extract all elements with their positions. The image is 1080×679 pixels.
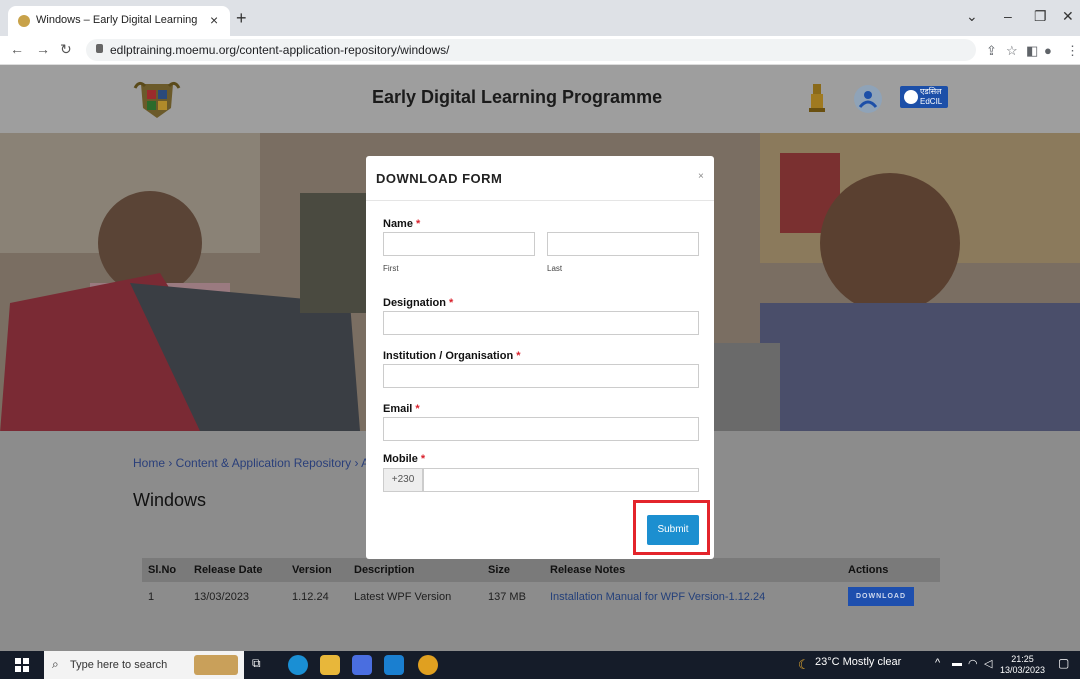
download-button[interactable]: DOWNLOAD [848,587,914,606]
taskbar-search-placeholder: Type here to search [70,659,168,671]
weather-moon-icon: ☾ [798,657,810,672]
system-clock[interactable]: 21:25 13/03/2023 [1000,654,1045,676]
cell-actions: DOWNLOAD [842,582,940,611]
close-window-button[interactable]: ✕ [1062,8,1074,25]
edge-browser-icon[interactable] [288,655,308,675]
email-label: Email * [383,403,420,415]
cell-release-date: 13/03/2023 [194,590,250,603]
edcil-text: एडसिल EdCIL [920,87,943,106]
browser-tab[interactable]: Windows – Early Digital Learning × [8,6,230,36]
email-input[interactable] [383,417,699,441]
site-favicon-icon [18,15,30,27]
clock-date: 13/03/2023 [1000,665,1046,675]
task-view-icon[interactable]: ⧉ [252,656,261,671]
cell-description: Latest WPF Version [354,590,452,603]
institution-label: Institution / Organisation * [383,350,521,362]
cell-version: 1.12.24 [292,590,329,603]
coat-of-arms-logo[interactable] [133,78,181,122]
search-highlight-image [194,655,238,675]
institution-input[interactable] [383,364,699,388]
volume-icon[interactable]: ◁ [984,657,992,670]
first-sublabel: First [383,264,399,273]
release-notes-link[interactable]: Installation Manual for WPF Version-1.12… [544,582,842,611]
battery-icon[interactable]: ▬ [952,658,962,669]
download-form-modal: DOWNLOAD FORM × Name * First Last Design… [366,156,714,559]
modal-divider [366,200,714,201]
name-label: Name * [383,218,421,230]
edcil-mark-icon [904,90,918,104]
notification-center-icon[interactable]: ▢ [1058,656,1069,670]
modal-title: DOWNLOAD FORM [376,171,503,186]
cell-size: 137 MB [488,590,526,603]
reload-icon[interactable]: ↻ [60,41,72,58]
mobile-input[interactable] [423,468,699,492]
profile-avatar-icon[interactable]: ● [1044,43,1052,58]
designation-input[interactable] [383,311,699,335]
new-tab-button[interactable]: + [236,8,247,29]
site-title: Early Digital Learning Programme [372,87,663,107]
releases-table: Sl.No Release Date Version Description S… [142,558,940,611]
side-panel-icon[interactable]: ◧ [1026,43,1038,59]
cell-sl-no: 1 [148,590,155,603]
last-name-input[interactable] [547,232,699,256]
tab-close-icon[interactable]: × [210,12,218,28]
forward-arrow-icon[interactable]: → [36,41,50,57]
table-header-row: Sl.No Release Date Version Description S… [142,558,940,582]
col-size: Size [482,558,544,582]
page-title: Windows [133,490,207,510]
col-description: Description [348,558,482,582]
taskbar-search-box[interactable]: ⌕ Type here to search [44,651,244,679]
minimize-button[interactable]: – [1004,8,1012,24]
file-explorer-icon[interactable] [320,655,340,675]
mobile-label: Mobile * [383,453,426,465]
table-row: 1 13/03/2023 1.12.24 Latest WPF Version … [142,582,940,611]
mail-icon[interactable] [384,655,404,675]
microsoft-store-icon[interactable] [352,655,372,675]
col-release-date: Release Date [188,558,286,582]
maximize-button[interactable]: ❐ [1034,8,1047,25]
tab-search-chevron-icon[interactable]: ⌄ [966,8,978,25]
first-name-input[interactable] [383,232,535,256]
windows-start-icon[interactable] [15,658,29,672]
national-emblem-logo [809,84,825,112]
url-bar[interactable]: edlptraining.moemu.org/content-applicati… [86,39,976,61]
search-icon: ⌕ [52,657,59,671]
back-arrow-icon[interactable]: ← [10,41,24,57]
last-sublabel: Last [547,264,563,273]
share-icon[interactable]: ⇪ [986,43,997,59]
breadcrumb[interactable]: Home › Content & Application Repository … [133,456,369,470]
edcil-logo: एडसिल EdCIL [900,86,948,108]
mobile-country-prefix: +230 [383,468,423,492]
ministry-logo [854,85,882,113]
weather-status[interactable]: 23°C Mostly clear [815,656,901,668]
chrome-browser-icon[interactable] [418,655,438,675]
tab-title: Windows – Early Digital Learning [36,14,198,26]
designation-label: Designation * [383,297,454,309]
lock-icon [96,44,103,53]
col-sl-no: Sl.No [142,558,188,582]
modal-close-icon[interactable]: × [698,171,704,182]
bookmark-star-icon[interactable]: ☆ [1006,43,1018,59]
network-icon[interactable]: ◠ [968,657,978,670]
url-text: edlptraining.moemu.org/content-applicati… [110,43,450,57]
show-hidden-icons-chevron[interactable]: ^ [935,657,940,669]
col-actions: Actions [842,558,940,582]
clock-time: 21:25 [1011,654,1034,664]
col-release-notes: Release Notes [544,558,842,582]
col-version: Version [286,558,348,582]
browser-menu-icon[interactable]: ⋮ [1066,43,1079,59]
submit-highlight-box [633,500,710,555]
